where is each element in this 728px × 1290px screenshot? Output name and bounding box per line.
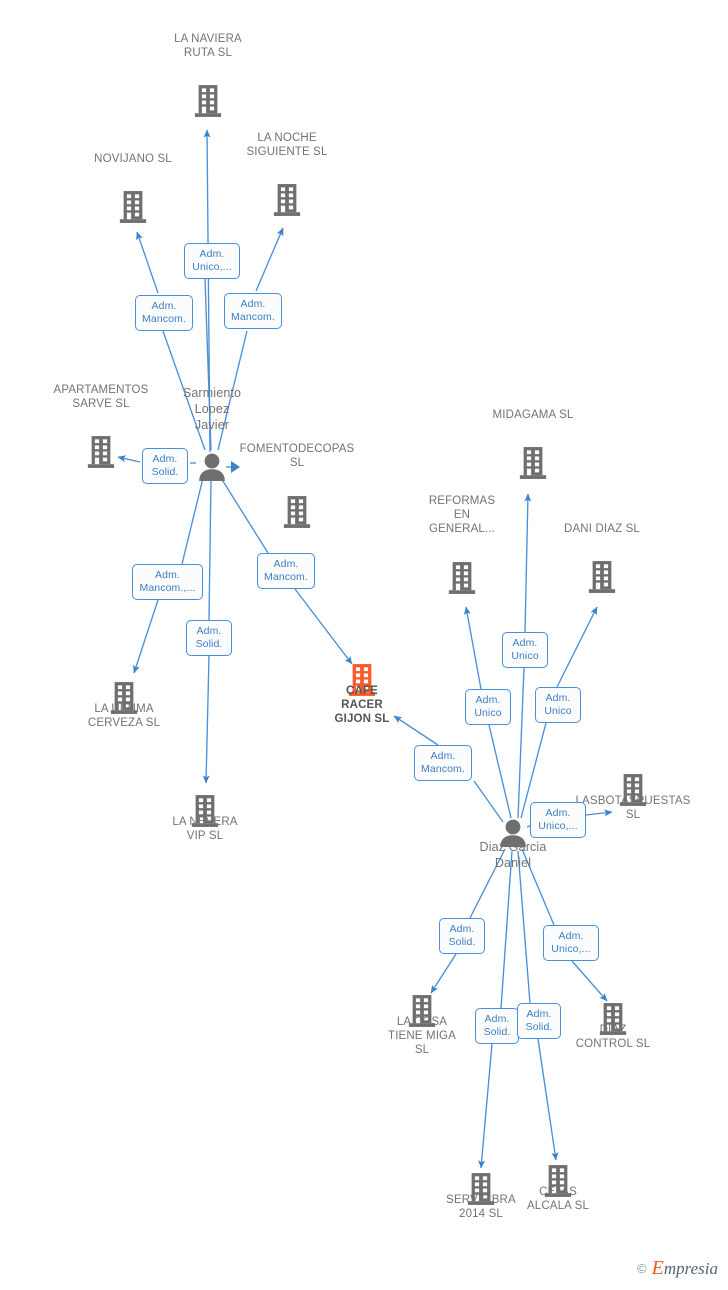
- node-company-la-nevera-vip[interactable]: LA NEVERA VIP SL: [172, 795, 237, 842]
- relation-chip[interactable]: Adm. Solid.: [475, 1008, 519, 1044]
- relation-chip-label: Adm. Solid.: [448, 923, 476, 948]
- node-company-novijano[interactable]: NOVIJANO SL: [94, 153, 172, 223]
- building-icon: [518, 447, 548, 479]
- watermark: © Empresia: [637, 1257, 718, 1280]
- building-icon: [447, 562, 477, 594]
- relation-pointer-icon: [231, 461, 240, 473]
- relation-chip-label: Adm. Mancom.: [142, 300, 186, 325]
- copyright-icon: ©: [637, 1261, 647, 1276]
- relation-chip-label: Adm. Solid.: [195, 625, 223, 650]
- edge-layer: [117, 129, 613, 1169]
- relation-chip[interactable]: Adm. Solid.: [142, 448, 188, 484]
- relation-chip-label: Adm. Mancom.,...: [139, 569, 196, 594]
- relation-chip[interactable]: Adm. Solid.: [439, 918, 485, 954]
- relation-chip[interactable]: Adm. Mancom.: [224, 293, 282, 329]
- relation-chip[interactable]: Adm. Unico,...: [530, 802, 586, 838]
- node-company-fomentodecopas[interactable]: FOMENTODECOPAS SL: [240, 443, 354, 528]
- building-icon: [193, 85, 223, 117]
- node-company-cafe-racer-gijon[interactable]: CAFE RACER GIJON SL: [335, 664, 389, 725]
- relation-chip-label: Adm. Unico,...: [192, 248, 232, 273]
- building-icon: [282, 496, 312, 528]
- building-icon: [118, 191, 148, 223]
- building-icon: [272, 184, 302, 216]
- building-icon: [587, 561, 617, 593]
- node-label: FOMENTODECOPAS SL: [239, 443, 355, 469]
- node-company-la-noche-siguiente[interactable]: LA NOCHE SIGUIENTE SL: [246, 132, 327, 216]
- relation-chip-label: Adm. Mancom.: [231, 298, 275, 323]
- node-person-diaz-garcia-daniel[interactable]: Diaz Garcia Daniel: [480, 819, 546, 870]
- node-company-lasbotaspuestas[interactable]: LASBOTASPUESTAS SL: [576, 774, 690, 821]
- relation-chip-label: Adm. Unico: [511, 637, 539, 662]
- node-label: LA NAVIERA RUTA SL: [174, 33, 242, 59]
- node-label: REFORMAS EN GENERAL...: [428, 495, 496, 535]
- relation-chip-label: Adm. Solid.: [525, 1008, 553, 1033]
- relationship-graph: LA NAVIERA RUTA SL NOVIJANO SL LA NOCHE …: [0, 0, 728, 1290]
- empresia-logo: Empresia: [651, 1257, 718, 1279]
- node-label: LA NEVERA VIP SL: [172, 816, 238, 842]
- node-label: MIDAGAMA SL: [492, 409, 574, 421]
- building-icon: [86, 436, 116, 468]
- relation-chip[interactable]: Adm. Unico: [535, 687, 581, 723]
- node-label: CAFE RACER GIJON SL: [334, 685, 390, 725]
- node-company-diaz-control[interactable]: DIAZ CONTROL SL: [576, 1003, 650, 1050]
- relation-chip-label: Adm. Solid.: [151, 453, 179, 478]
- node-company-la-ultima-cerveza[interactable]: LA ULTIMA CERVEZA SL: [88, 682, 160, 729]
- relation-chip[interactable]: Adm. Unico,...: [543, 925, 599, 961]
- relation-chip[interactable]: Adm. Mancom.: [257, 553, 315, 589]
- node-label: Diaz Garcia Daniel: [479, 840, 547, 870]
- node-company-la-cosa-tiene-miga[interactable]: LA COSA TIENE MIGA SL: [388, 995, 456, 1056]
- relation-chip[interactable]: Adm. Mancom.: [414, 745, 472, 781]
- relation-chip-label: Adm. Unico: [544, 692, 572, 717]
- node-label: CEJAS ALCALA SL: [526, 1186, 590, 1212]
- relation-chip-label: Adm. Unico,...: [551, 930, 591, 955]
- node-label: Sarmiento Lopez Javier: [182, 386, 242, 432]
- node-company-reformas-en-general[interactable]: REFORMAS EN GENERAL...: [429, 495, 495, 594]
- node-company-la-naviera-ruta[interactable]: LA NAVIERA RUTA SL: [174, 33, 242, 117]
- relation-chip[interactable]: Adm. Unico: [465, 689, 511, 725]
- node-company-apartamentos-sarve[interactable]: APARTAMENTOS SARVE SL: [54, 384, 148, 468]
- node-label: LA ULTIMA CERVEZA SL: [87, 703, 161, 729]
- node-label: LA NOCHE SIGUIENTE SL: [246, 132, 328, 158]
- node-company-dani-diaz[interactable]: DANI DIAZ SL: [564, 523, 640, 593]
- relation-chip[interactable]: Adm. Solid.: [517, 1003, 561, 1039]
- relation-chip-label: Adm. Mancom.: [264, 558, 308, 583]
- relation-chip-label: Adm. Mancom.: [421, 750, 465, 775]
- relation-chip[interactable]: Adm. Unico,...: [184, 243, 240, 279]
- relation-chip[interactable]: Adm. Unico: [502, 632, 548, 668]
- relation-chip[interactable]: Adm. Solid.: [186, 620, 232, 656]
- node-company-cejas-alcala[interactable]: CEJAS ALCALA SL: [527, 1165, 589, 1212]
- node-label: NOVIJANO SL: [94, 153, 172, 165]
- relation-chip[interactable]: Adm. Mancom.: [135, 295, 193, 331]
- relation-chip-label: Adm. Solid.: [483, 1013, 511, 1038]
- relation-chip-label: Adm. Unico,...: [538, 807, 578, 832]
- node-company-midagama[interactable]: MIDAGAMA SL: [493, 409, 573, 479]
- node-label: DANI DIAZ SL: [564, 523, 640, 535]
- relation-chip-label: Adm. Unico: [474, 694, 502, 719]
- relation-chip[interactable]: Adm. Mancom.,...: [132, 564, 203, 600]
